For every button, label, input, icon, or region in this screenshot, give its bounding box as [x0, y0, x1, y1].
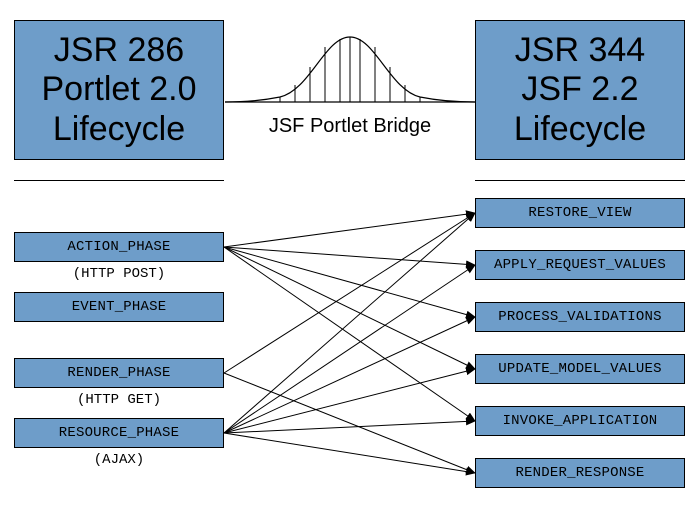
bridge-label: JSF Portlet Bridge: [225, 115, 475, 138]
phase-box-update-model-values: UPDATE_MODEL_VALUES: [475, 354, 685, 384]
right-header-line2: JSF 2.2: [482, 70, 678, 109]
arrow-resource-to-apply_request_values: [224, 265, 475, 433]
phase-box-render: RENDER_PHASE: [14, 358, 224, 388]
arrow-action-to-apply_request_values: [224, 247, 475, 265]
left-divider: [14, 180, 224, 181]
left-header-line2: Portlet 2.0: [21, 70, 217, 109]
right-header-line3: Lifecycle: [482, 110, 678, 149]
left-header-box: JSR 286 Portlet 2.0 Lifecycle: [14, 20, 224, 160]
arrow-render-to-restore_view: [224, 213, 475, 373]
arrow-action-to-invoke_application: [224, 247, 475, 421]
phase-box-apply-request-values: APPLY_REQUEST_VALUES: [475, 250, 685, 280]
phase-box-resource: RESOURCE_PHASE: [14, 418, 224, 448]
phase-box-render-response: RENDER_RESPONSE: [475, 458, 685, 488]
right-header-line1: JSR 344: [482, 31, 678, 70]
left-header-line1: JSR 286: [21, 31, 217, 70]
bridge-icon: [225, 22, 475, 112]
phase-box-invoke-application: INVOKE_APPLICATION: [475, 406, 685, 436]
arrow-action-to-process_validations: [224, 247, 475, 317]
phase-box-action: ACTION_PHASE: [14, 232, 224, 262]
left-header-line3: Lifecycle: [21, 110, 217, 149]
arrow-action-to-restore_view: [224, 213, 475, 247]
phase-box-restore-view: RESTORE_VIEW: [475, 198, 685, 228]
phase-box-event: EVENT_PHASE: [14, 292, 224, 322]
right-divider: [475, 180, 685, 181]
right-header-box: JSR 344 JSF 2.2 Lifecycle: [475, 20, 685, 160]
phase-box-process-validations: PROCESS_VALIDATIONS: [475, 302, 685, 332]
arrow-resource-to-restore_view: [224, 213, 475, 433]
arrow-resource-to-process_validations: [224, 317, 475, 433]
arrow-action-to-update_model_values: [224, 247, 475, 369]
arrow-resource-to-render_response: [224, 433, 475, 473]
arrow-resource-to-invoke_application: [224, 421, 475, 433]
arrow-render-to-render_response: [224, 373, 475, 473]
phase-note-render: (HTTP GET): [14, 392, 224, 408]
arrow-resource-to-update_model_values: [224, 369, 475, 433]
phase-note-action: (HTTP POST): [14, 266, 224, 282]
phase-note-resource: (AJAX): [14, 452, 224, 468]
